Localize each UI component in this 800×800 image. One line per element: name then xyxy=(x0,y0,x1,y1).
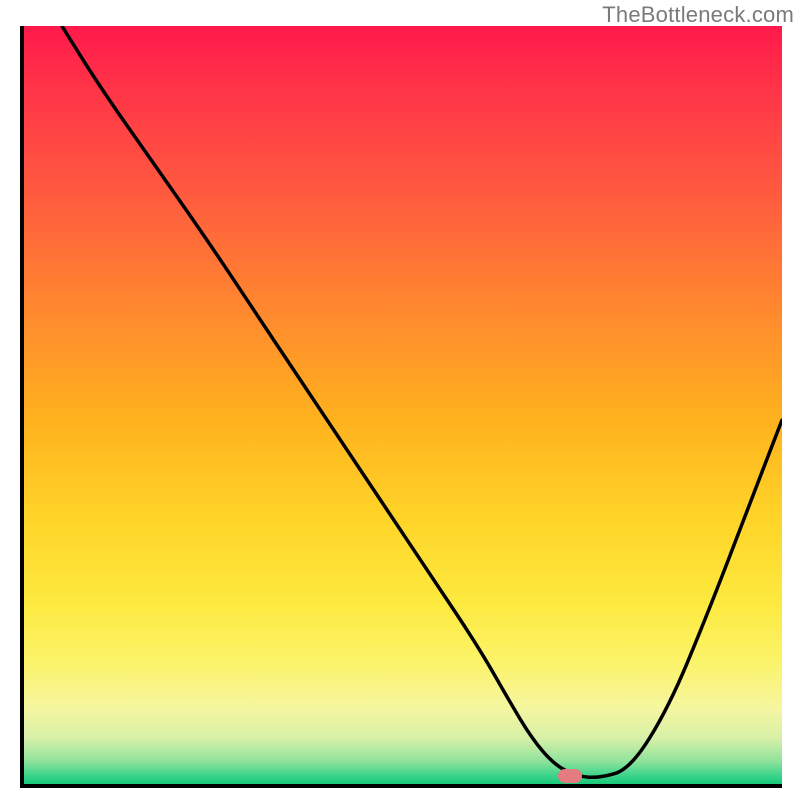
attribution-label: TheBottleneck.com xyxy=(602,2,794,28)
chart-frame: TheBottleneck.com xyxy=(0,0,800,800)
plot-area xyxy=(20,26,782,788)
optimum-marker xyxy=(558,769,582,783)
bottleneck-curve xyxy=(24,26,782,784)
